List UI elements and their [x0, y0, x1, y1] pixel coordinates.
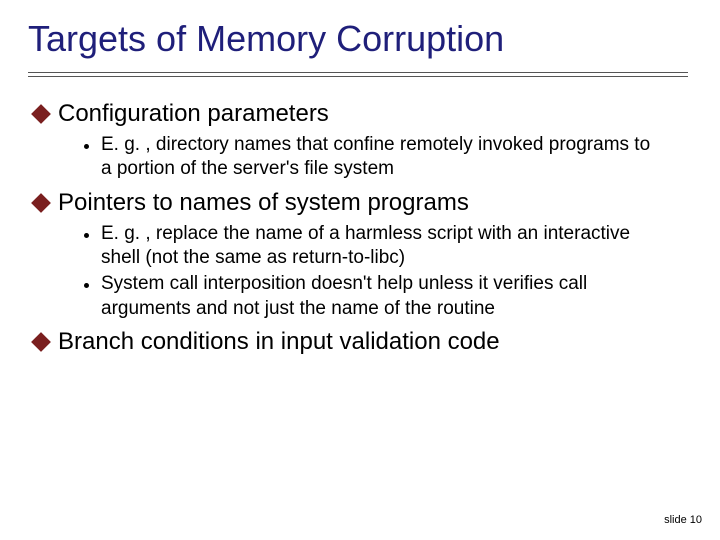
diamond-bullet-icon	[31, 332, 51, 352]
slide: Targets of Memory Corruption Configurati…	[0, 0, 720, 540]
slide-title: Targets of Memory Corruption	[28, 18, 692, 60]
dot-bullet-icon	[84, 283, 89, 288]
bullet-level1: Configuration parameters	[32, 99, 692, 129]
slide-content: Configuration parameters E. g. , directo…	[28, 99, 692, 357]
diamond-bullet-icon	[31, 193, 51, 213]
slide-number: slide 10	[664, 514, 702, 526]
bullet-text: Branch conditions in input validation co…	[58, 327, 500, 357]
bullet-text: Pointers to names of system programs	[58, 188, 469, 218]
bullet-text: E. g. , directory names that confine rem…	[101, 133, 661, 182]
bullet-text: System call interposition doesn't help u…	[101, 272, 661, 321]
bullet-text: Configuration parameters	[58, 99, 329, 129]
dot-bullet-icon	[84, 144, 89, 149]
bullet-level1: Pointers to names of system programs	[32, 188, 692, 218]
bullet-level2: System call interposition doesn't help u…	[84, 272, 692, 321]
bullet-level1: Branch conditions in input validation co…	[32, 327, 692, 357]
diamond-bullet-icon	[31, 104, 51, 124]
bullet-level2: E. g. , directory names that confine rem…	[84, 133, 692, 182]
bullet-text: E. g. , replace the name of a harmless s…	[101, 222, 661, 271]
dot-bullet-icon	[84, 233, 89, 238]
title-divider	[28, 72, 688, 77]
bullet-level2: E. g. , replace the name of a harmless s…	[84, 222, 692, 271]
